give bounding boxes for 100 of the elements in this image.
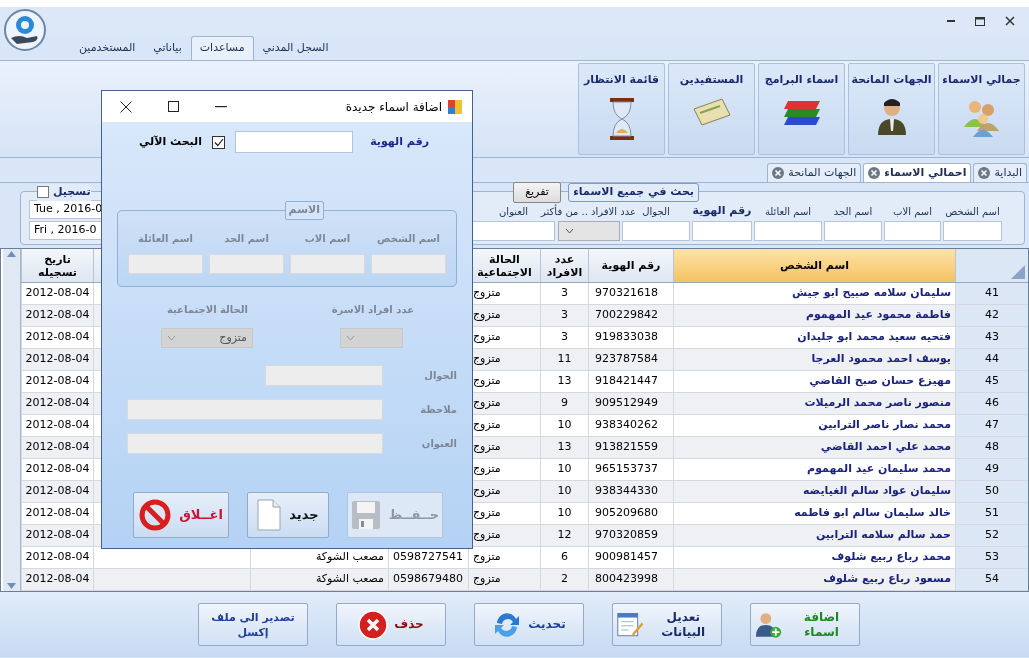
- field-label: العنوان: [420, 437, 457, 451]
- row-number[interactable]: 46: [955, 393, 1028, 415]
- column-header[interactable]: اسم الشخص: [673, 249, 955, 282]
- field-label: اسم الشخص: [377, 232, 440, 246]
- field-label: اسم الاب: [893, 205, 932, 219]
- row-number[interactable]: 45: [955, 371, 1028, 393]
- dialog-button[interactable]: اغــلاق: [133, 492, 229, 538]
- field-label: ملاحظة: [419, 403, 457, 417]
- row-number[interactable]: 48: [955, 437, 1028, 459]
- id-label: رقم الهوية: [371, 133, 429, 150]
- close-icon: [120, 100, 132, 113]
- no-entry-icon: [139, 499, 172, 531]
- field-label: الجوال: [423, 369, 457, 383]
- action-button[interactable]: تعديل البيانات: [612, 603, 722, 646]
- chevron-down-icon: [167, 335, 176, 341]
- checkbox[interactable]: [212, 135, 225, 149]
- search-field[interactable]: [943, 221, 1002, 241]
- search-title: بحث في جميع الاسماء: [568, 183, 699, 202]
- chevron-down-icon: [564, 228, 574, 234]
- check-icon: [213, 137, 224, 147]
- ribbon-tab[interactable]: بياناتي: [144, 36, 191, 60]
- group-title: الاسم: [284, 201, 324, 220]
- ribbon-button[interactable]: اسماء البرامج: [758, 63, 845, 155]
- down-arrow-icon: [7, 583, 16, 589]
- table-cell: متزوج: [468, 569, 540, 591]
- document-icon: [257, 499, 282, 531]
- search-field[interactable]: [622, 221, 690, 241]
- close-icon: [868, 167, 881, 179]
- field-label: اسم العائلة: [764, 205, 812, 219]
- row-number[interactable]: 51: [955, 503, 1028, 525]
- id-field[interactable]: [235, 131, 353, 153]
- minimize-icon: [215, 105, 227, 108]
- maximize-icon: [975, 16, 985, 26]
- action-button[interactable]: تحديث: [474, 603, 584, 646]
- chevron-down-icon: [346, 335, 355, 341]
- search-field[interactable]: [754, 221, 822, 241]
- close-icon: [772, 167, 785, 179]
- table-cell: مسعود رباع ربيع شلوف: [673, 569, 955, 591]
- ribbon-tab[interactable]: المستخدمين: [70, 36, 145, 60]
- floppy-icon: [350, 500, 381, 530]
- search-field[interactable]: [472, 221, 555, 241]
- table-cell: 2: [540, 569, 588, 591]
- card-icon: [691, 96, 732, 127]
- scrollbar[interactable]: [3, 249, 21, 591]
- table-cell: 0598679480: [388, 569, 468, 591]
- field-label: اسم الاب: [304, 232, 351, 246]
- field-label: اسم العائلة: [137, 232, 194, 246]
- up-arrow-icon: [7, 251, 16, 257]
- row-number[interactable]: 50: [955, 481, 1028, 503]
- document-tab[interactable]: الجهات المانحة: [767, 163, 862, 182]
- row-number[interactable]: 43: [955, 327, 1028, 349]
- row-number[interactable]: 42: [955, 305, 1028, 327]
- column-header[interactable]: رقم الهوية: [588, 249, 673, 282]
- minimize-icon: [947, 20, 955, 22]
- ribbon-tab[interactable]: السجل المدني: [253, 36, 338, 60]
- row-number[interactable]: 47: [955, 415, 1028, 437]
- gear-hand-icon: [3, 8, 47, 52]
- table-cell: 800423998: [588, 569, 673, 591]
- dialog-title: اضافة اسماء جديدة: [345, 98, 442, 116]
- search-field[interactable]: [692, 221, 752, 241]
- action-button[interactable]: حذف: [336, 603, 446, 646]
- ribbon-button[interactable]: الجهات المانحة: [848, 63, 935, 155]
- field-label: اسم الجد: [833, 205, 873, 219]
- field-label: رقم الهوية: [692, 202, 752, 219]
- field-label: الجوال: [642, 205, 670, 219]
- search-field[interactable]: [824, 221, 882, 241]
- ribbon-button[interactable]: المستفيدين: [668, 63, 755, 155]
- ribbon-tab[interactable]: مساعدات: [190, 36, 254, 60]
- row-number[interactable]: 41: [955, 283, 1028, 305]
- select-all-icon: [1011, 265, 1025, 279]
- row-number[interactable]: 54: [955, 569, 1028, 591]
- row-number[interactable]: 52: [955, 525, 1028, 547]
- ribbon-button[interactable]: جمالي الاسماء: [938, 63, 1025, 155]
- column-header[interactable]: عدد الافراد: [540, 249, 588, 282]
- row-number[interactable]: 44: [955, 349, 1028, 371]
- document-tab[interactable]: البداية: [973, 163, 1027, 182]
- action-button[interactable]: تصدير الى ملف إكسل: [198, 603, 308, 646]
- field-label: عدد افراد الاسرة: [330, 303, 414, 318]
- dropdown[interactable]: [557, 221, 620, 241]
- ribbon-button[interactable]: قائمة الانتظار: [578, 63, 665, 155]
- checkbox[interactable]: [37, 186, 49, 199]
- row-number[interactable]: 53: [955, 547, 1028, 569]
- close-icon: [978, 167, 991, 179]
- close-icon: [1005, 16, 1015, 26]
- action-button[interactable]: اضافة اسماء: [750, 603, 860, 646]
- window-icon: [448, 99, 462, 114]
- maximize-icon: [168, 101, 179, 112]
- row-number[interactable]: 49: [955, 459, 1028, 481]
- dropdown[interactable]: [340, 328, 403, 348]
- field-label: عدد الافراد .. من فأكثر: [541, 204, 636, 219]
- checkbox-label: البحث الآلي: [139, 133, 202, 150]
- field-label: الحالة الاجتماعية: [166, 303, 248, 317]
- clear-button[interactable]: تفريغ: [513, 182, 561, 203]
- table-cell: مصعب الشوكة: [250, 569, 388, 591]
- field-label: اسم الجد: [224, 232, 269, 246]
- dialog-button[interactable]: جديد: [247, 492, 329, 538]
- document-tab[interactable]: احمالي الاسماء: [863, 163, 972, 182]
- delete-icon: [358, 609, 389, 640]
- search-field[interactable]: [884, 221, 941, 241]
- field-label: العنوان: [499, 205, 528, 219]
